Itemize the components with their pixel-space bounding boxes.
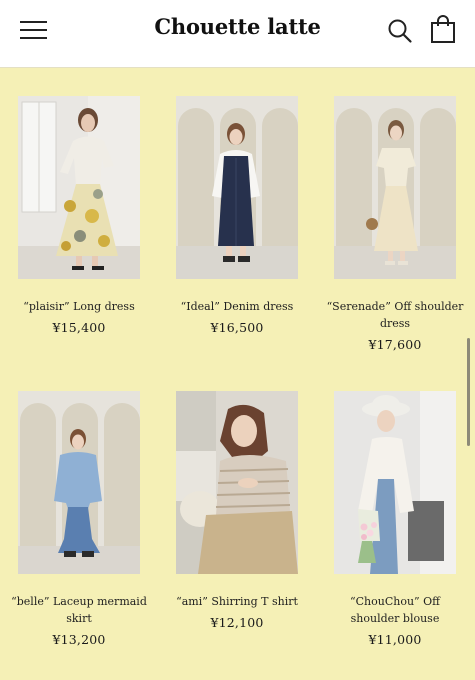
product-name[interactable]: “plaisir” Long dress	[4, 298, 154, 315]
product-name[interactable]: “Serenade” Off shoulder dress	[320, 298, 470, 332]
product-price: ¥11,000	[368, 632, 422, 647]
product-card[interactable]: “belle” Laceup mermaid skirt ¥13,200	[4, 391, 154, 647]
product-photo[interactable]	[334, 391, 456, 574]
search-icon[interactable]	[387, 18, 413, 44]
scrollbar-thumb[interactable]	[467, 338, 470, 446]
product-card[interactable]: “Serenade” Off shoulder dress ¥17,600	[320, 96, 470, 352]
product-name[interactable]: “ami” Shirring T shirt	[162, 593, 312, 610]
product-price: ¥15,400	[52, 320, 106, 335]
shopping-bag-icon[interactable]	[430, 15, 456, 43]
site-header: Chouette latte	[0, 0, 475, 68]
product-card[interactable]: “ami” Shirring T shirt ¥12,100	[162, 391, 312, 630]
product-photo[interactable]	[176, 96, 298, 279]
product-photo[interactable]	[176, 391, 298, 574]
product-photo[interactable]	[18, 391, 140, 574]
product-name[interactable]: “Ideal” Denim dress	[162, 298, 312, 315]
product-price: ¥17,600	[368, 337, 422, 352]
product-photo[interactable]	[18, 96, 140, 279]
product-name[interactable]: “belle” Laceup mermaid skirt	[4, 593, 154, 627]
product-name[interactable]: “ChouChou” Off shoulder blouse	[320, 593, 470, 627]
product-price: ¥12,100	[210, 615, 264, 630]
product-price: ¥16,500	[210, 320, 264, 335]
product-price: ¥13,200	[52, 632, 106, 647]
product-card[interactable]: “Ideal” Denim dress ¥16,500	[162, 96, 312, 335]
product-photo[interactable]	[334, 96, 456, 279]
product-card[interactable]: “plaisir” Long dress ¥15,400	[4, 96, 154, 335]
product-card[interactable]: “ChouChou” Off shoulder blouse ¥11,000	[320, 391, 470, 647]
